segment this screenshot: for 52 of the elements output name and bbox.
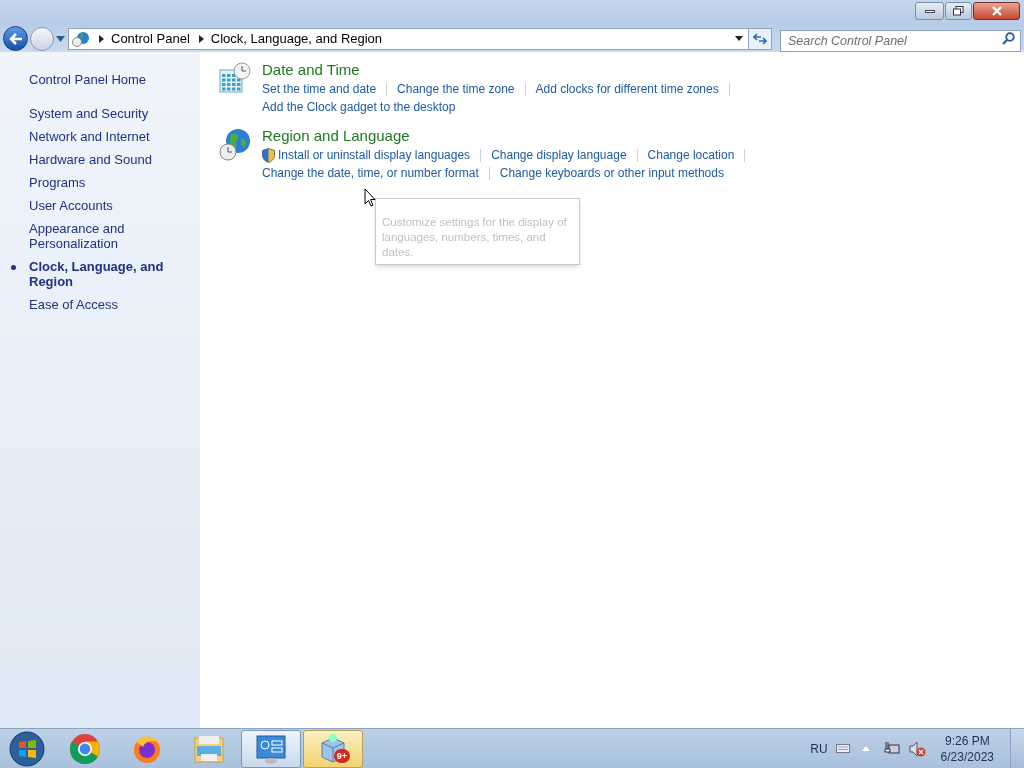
- search-field[interactable]: Search Control Panel: [780, 29, 1021, 52]
- sidebar-item[interactable]: Network and Internet: [29, 128, 192, 144]
- dropdown-icon[interactable]: [735, 36, 743, 41]
- chevron-icon[interactable]: [198, 34, 204, 43]
- task-link[interactable]: Change the date, time, or number format: [262, 164, 479, 182]
- sidebar-home-link[interactable]: Control Panel Home: [29, 70, 192, 90]
- minimize-button[interactable]: [915, 2, 944, 20]
- sidebar-item[interactable]: Programs: [29, 174, 192, 190]
- section-title-link[interactable]: Date and Time: [262, 60, 740, 80]
- task-link[interactable]: Add clocks for different time zones: [535, 80, 719, 98]
- section-title-link[interactable]: Region and Language: [262, 126, 756, 146]
- task-link[interactable]: Add the Clock gadget to the desktop: [262, 98, 456, 116]
- calendar-clock-icon: [218, 62, 252, 94]
- restore-icon: [953, 6, 964, 16]
- muted-speaker-icon[interactable]: [908, 740, 927, 757]
- browser-icon: [69, 732, 101, 765]
- chevron-icon[interactable]: [99, 34, 104, 43]
- address-bar[interactable]: Control Panel Clock, Language, and Region: [68, 27, 749, 50]
- clock-date: 6/23/2023: [940, 748, 994, 765]
- sidebar-item[interactable]: Clock, Language, and Region: [29, 258, 192, 289]
- sidebar-item[interactable]: Hardware and Sound: [29, 151, 192, 167]
- clock[interactable]: 9:26 PM 6/23/2023: [940, 732, 994, 765]
- task-link[interactable]: Change keyboards or other input methods: [499, 164, 724, 182]
- breadcrumb[interactable]: Clock, Language, and Region: [210, 28, 383, 49]
- close-icon: [990, 6, 1003, 16]
- globe-clock-icon: [218, 128, 252, 162]
- task-link[interactable]: Install or uninstall display languages: [278, 146, 471, 164]
- taskbar-button[interactable]: 9+: [303, 729, 363, 768]
- task-link[interactable]: Set the time and date: [262, 80, 377, 98]
- keyboard-icon[interactable]: [835, 744, 850, 753]
- sidebar-item[interactable]: System and Security: [29, 105, 192, 121]
- start-orb-icon: [9, 730, 45, 767]
- history-dropdown-icon[interactable]: [56, 35, 65, 42]
- task-link[interactable]: Change the time zone: [397, 80, 515, 98]
- tooltip-text: Customize settings for the display of languages, numbers, times, and dates.: [382, 215, 568, 260]
- back-arrow-icon: [8, 32, 23, 45]
- breadcrumb[interactable]: Control Panel: [111, 28, 190, 49]
- restore-button[interactable]: [945, 2, 972, 20]
- sidebar-item[interactable]: Ease of Access: [29, 296, 192, 312]
- network-icon[interactable]: [883, 740, 900, 757]
- sidebar-item[interactable]: User Accounts: [29, 197, 192, 213]
- taskbar-button[interactable]: [241, 729, 301, 768]
- search-icon: [1002, 31, 1015, 45]
- refresh-icon: [753, 32, 767, 45]
- task-link[interactable]: Change display language: [491, 146, 627, 164]
- close-button[interactable]: [973, 2, 1020, 20]
- language-indicator[interactable]: RU: [810, 739, 828, 758]
- clock-time: 9:26 PM: [944, 732, 990, 749]
- back-button[interactable]: [3, 26, 28, 51]
- refresh-button[interactable]: [749, 27, 772, 50]
- sidebar-item[interactable]: Appearance and Personalization: [29, 220, 192, 251]
- task-link[interactable]: Change location: [647, 146, 735, 164]
